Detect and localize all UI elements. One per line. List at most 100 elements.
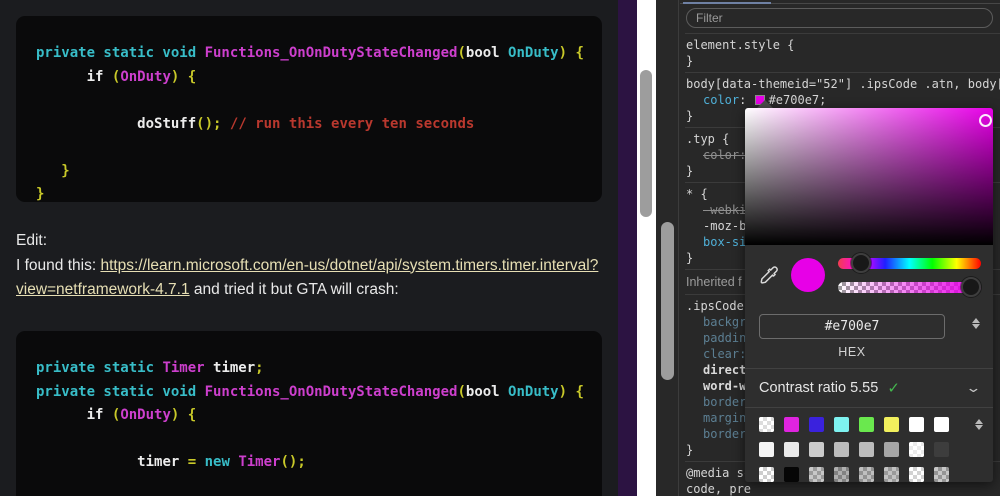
code-token: bool [465,45,500,61]
palette-swatch[interactable] [859,467,874,482]
palette-swatch-color [834,417,849,432]
palette-swatch[interactable] [759,442,774,457]
palette-swatch[interactable] [809,442,824,457]
palette-swatch-color [909,442,924,457]
code-token: OnDuty [120,68,171,85]
css-token: element.style { [686,38,795,52]
color-palette [745,408,993,482]
css-token: @media sc [686,466,752,480]
css-token: word-w [703,379,747,393]
chevron-up-icon [975,419,983,424]
palette-swatch[interactable] [834,417,849,432]
code-line: private static void Functions_OnOnDutySt… [36,42,592,66]
page-scrollbar-thumb[interactable] [640,70,652,217]
forum-post-page: private static void Functions_OnOnDutySt… [0,0,618,496]
palette-swatch[interactable] [934,417,949,432]
palette-swatch[interactable] [834,442,849,457]
current-color-swatch[interactable] [791,258,825,292]
palette-swatch-color [909,467,924,482]
eyedropper-icon[interactable] [757,263,781,287]
code-token: // run this every ten seconds [221,115,475,132]
css-token: clear: [703,347,747,361]
color-selection-ring[interactable] [979,114,992,127]
palette-swatch[interactable] [759,467,774,482]
format-toggle[interactable] [972,318,980,329]
styles-filter-input[interactable] [686,8,993,28]
css-token: .typ { [686,132,730,146]
code-token: ( [457,45,466,61]
code-token: (); [196,115,222,132]
code-token: ) { [558,383,584,400]
hue-slider[interactable] [838,252,981,273]
page-scrollbar[interactable] [637,0,656,496]
code-token: OnDuty [120,407,171,423]
palette-swatch[interactable] [884,417,899,432]
palette-switcher[interactable] [975,419,983,430]
palette-swatch[interactable] [934,442,949,457]
palette-swatch[interactable] [784,442,799,457]
alpha-gradient [838,281,981,293]
palette-swatch[interactable] [809,417,824,432]
palette-swatch[interactable] [759,417,774,432]
code-token: private static void [36,383,205,400]
edit-label: Edit: [16,232,48,249]
contrast-expand-chevron-icon[interactable]: ⌄ [965,380,981,396]
format-label: HEX [838,345,866,359]
code-line: doStuff(); // run this every ten seconds [36,113,592,137]
palette-swatch[interactable] [784,467,799,482]
css-token: color [703,93,740,107]
palette-swatch[interactable] [834,467,849,482]
alpha-slider-handle[interactable] [961,276,981,297]
code-token: Timer [238,454,281,470]
palette-swatch[interactable] [884,442,899,457]
palette-swatch[interactable] [934,467,949,482]
code-token: bool [465,383,500,400]
css-property-line[interactable]: color: #e700e7; [686,92,1000,108]
palette-swatch-color [934,417,949,432]
css-token: .ipsCode [686,299,744,313]
css-token: border [703,427,747,441]
css-token: body[data-themeid="52"] .ipsCode .atn, b… [686,77,1000,91]
hex-value-field[interactable]: #e700e7 [759,314,945,339]
code-token: if [86,68,112,85]
code-token: } [61,162,70,179]
code-token: timer [137,454,188,470]
code-token: Functions_OnOnDutyStateChanged [204,45,458,61]
palette-swatch[interactable] [884,467,899,482]
chevron-down-icon [975,425,983,430]
palette-swatch-color [809,467,824,482]
css-token: -moz-b [703,219,747,233]
palette-swatch[interactable] [859,442,874,457]
palette-swatch-color [759,417,774,432]
palette-swatch[interactable] [909,417,924,432]
hue-slider-handle[interactable] [850,252,871,273]
palette-swatch[interactable] [909,442,924,457]
palette-swatch[interactable] [784,417,799,432]
styles-scrollbar-thumb[interactable] [661,222,674,380]
code-line: timer = new Timer(); [36,451,592,475]
css-token: -webki [703,203,747,217]
palette-swatch-color [759,467,774,482]
contrast-ratio-row[interactable]: Contrast ratio 5.55 ✓ ⌄ [745,369,993,407]
palette-swatch-color [909,417,924,432]
palette-swatch-color [859,417,874,432]
css-token: box-si [703,235,747,249]
code-token: ) { [170,407,197,423]
css-selector-line: element.style { [686,37,1000,53]
css-token: border [703,395,747,409]
saturation-lightness-field[interactable] [745,108,993,245]
css-token: color: [703,148,747,162]
alpha-slider[interactable] [838,276,981,297]
palette-swatch[interactable] [859,417,874,432]
palette-swatch-color [834,442,849,457]
chevron-down-icon [972,324,980,329]
post-edit-text: Edit: I found this: https://learn.micros… [16,229,612,303]
palette-swatch-color [934,467,949,482]
palette-swatch-color [759,442,774,457]
palette-swatch[interactable] [809,467,824,482]
palette-swatch[interactable] [909,467,924,482]
